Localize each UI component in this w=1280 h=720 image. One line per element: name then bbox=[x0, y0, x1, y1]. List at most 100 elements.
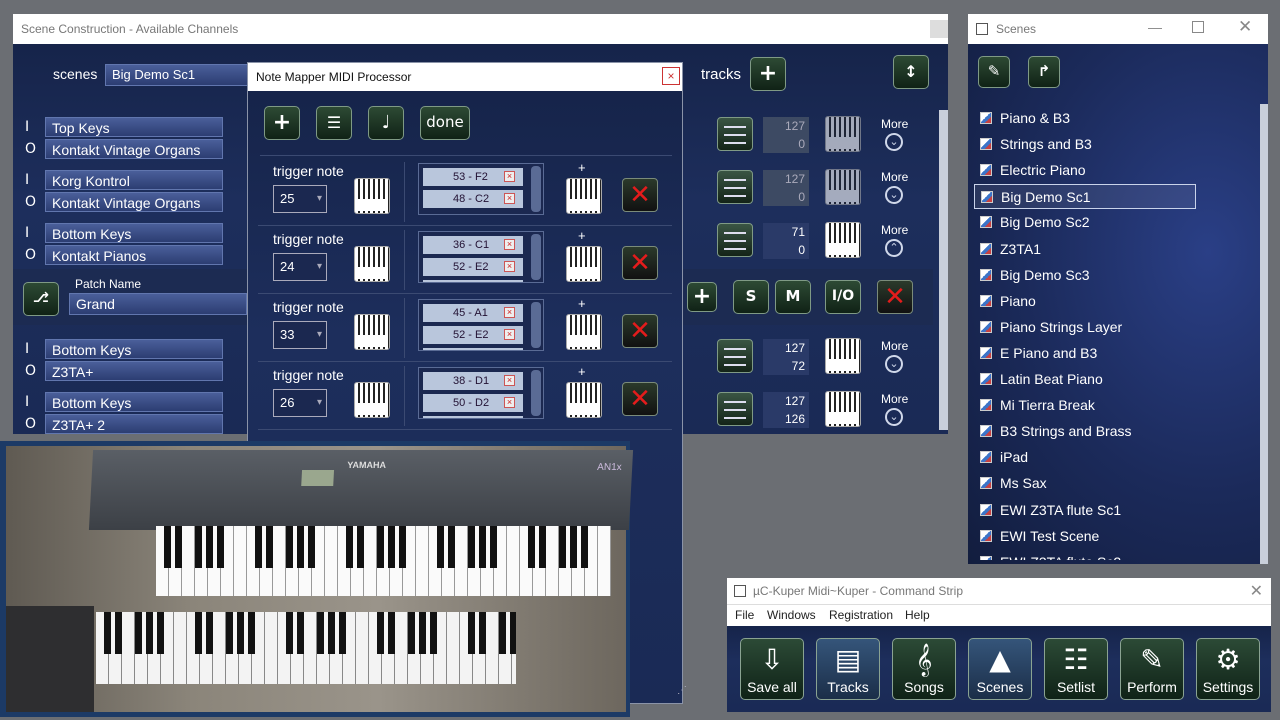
scene-item[interactable]: B3 Strings and Brass bbox=[974, 419, 1196, 444]
mixer-icon[interactable] bbox=[717, 223, 753, 257]
list-view-icon[interactable]: ☰ bbox=[316, 106, 352, 140]
scene-item[interactable]: Z3TA1 bbox=[974, 237, 1196, 262]
chevron-down-icon[interactable]: ⌄ bbox=[885, 355, 903, 373]
notes-scrollbar[interactable] bbox=[531, 370, 541, 416]
scene-item[interactable]: Ms Sax bbox=[974, 471, 1196, 496]
perform-button[interactable]: ✎ Perform bbox=[1120, 638, 1184, 700]
remove-note-icon[interactable]: × bbox=[504, 261, 515, 272]
channel-output[interactable]: Kontakt Vintage Organs bbox=[45, 192, 223, 212]
channel-input[interactable]: Bottom Keys bbox=[45, 392, 223, 412]
delete-mapping-button[interactable]: ✕ bbox=[622, 382, 658, 416]
close-icon[interactable]: × bbox=[662, 67, 680, 85]
range-low[interactable]: 0 bbox=[763, 135, 809, 153]
scene-item[interactable]: Latin Beat Piano bbox=[974, 367, 1196, 392]
delete-channel-button[interactable]: ✕ bbox=[877, 280, 913, 314]
scene-item[interactable]: Mi Tierra Break bbox=[974, 393, 1196, 418]
keyboard-icon[interactable] bbox=[566, 382, 602, 418]
add-note-icon[interactable]: + bbox=[578, 296, 586, 311]
add-note-icon[interactable]: + bbox=[578, 364, 586, 379]
menu-registration[interactable]: Registration bbox=[829, 608, 893, 622]
scene-item[interactable]: Piano & B3 bbox=[974, 106, 1196, 131]
trigger-note-select[interactable]: 33 bbox=[273, 321, 327, 349]
mapped-note[interactable]: 36 - C1 × bbox=[423, 236, 523, 254]
channel-input[interactable]: Korg Kontrol bbox=[45, 170, 223, 190]
remove-note-icon[interactable]: × bbox=[504, 329, 515, 340]
remove-note-icon[interactable]: × bbox=[504, 171, 515, 182]
chevron-down-icon[interactable]: ⌄ bbox=[885, 186, 903, 204]
mapped-note[interactable]: 38 - D1 × bbox=[423, 372, 523, 390]
scene-select[interactable]: Big Demo Sc1 bbox=[105, 64, 255, 86]
setlist-button[interactable]: ☷ Setlist bbox=[1044, 638, 1108, 700]
scene-item[interactable]: Big Demo Sc1 bbox=[974, 184, 1196, 210]
channel-input[interactable]: Bottom Keys bbox=[45, 223, 223, 243]
add-patch-button[interactable]: + bbox=[687, 282, 717, 312]
keyboard-icon[interactable] bbox=[566, 178, 602, 214]
delete-mapping-button[interactable]: ✕ bbox=[622, 178, 658, 212]
remove-note-icon[interactable]: × bbox=[504, 375, 515, 386]
maximize-icon[interactable] bbox=[1192, 21, 1204, 33]
remove-note-icon[interactable]: × bbox=[504, 397, 515, 408]
mapped-note[interactable]: 40 - C2× bbox=[423, 348, 523, 350]
menu-windows[interactable]: Windows bbox=[767, 608, 816, 622]
close-icon[interactable]: ✕ bbox=[1250, 581, 1263, 601]
channel-output[interactable]: Z3TA+ bbox=[45, 361, 223, 381]
scene-scrollbar[interactable] bbox=[1260, 104, 1268, 564]
keyboard-icon[interactable] bbox=[825, 169, 861, 205]
mapped-note[interactable]: 52 - E2 × bbox=[423, 258, 523, 276]
range-high[interactable]: 127 bbox=[763, 339, 809, 357]
keyboard-icon[interactable] bbox=[354, 314, 390, 350]
remove-note-icon[interactable]: × bbox=[504, 239, 515, 250]
mute-button[interactable]: M bbox=[775, 280, 811, 314]
scene-item[interactable]: Strings and B3 bbox=[974, 132, 1196, 157]
io-button[interactable]: I/O bbox=[825, 280, 861, 314]
mixer-icon[interactable] bbox=[717, 339, 753, 373]
add-note-icon[interactable]: + bbox=[578, 228, 586, 243]
scene-item[interactable]: Piano Strings Layer bbox=[974, 315, 1196, 340]
notes-scrollbar[interactable] bbox=[531, 166, 541, 212]
scene-item[interactable]: E Piano and B3 bbox=[974, 341, 1196, 366]
channel-input[interactable]: Top Keys bbox=[45, 117, 223, 137]
delete-mapping-button[interactable]: ✕ bbox=[622, 314, 658, 348]
music-note-icon[interactable]: ♩ bbox=[368, 106, 404, 140]
reorder-icon[interactable]: ↱ bbox=[1028, 56, 1060, 88]
keyboard-icon[interactable] bbox=[825, 391, 861, 427]
expand-vertical-button[interactable]: ↕ bbox=[893, 55, 929, 89]
scene-item[interactable]: Piano bbox=[974, 289, 1196, 314]
scene-item[interactable]: EWI Test Scene bbox=[974, 524, 1196, 549]
done-button[interactable]: done bbox=[420, 106, 470, 140]
close-icon[interactable]: ✕ bbox=[1238, 17, 1252, 37]
keyboard-icon[interactable] bbox=[354, 382, 390, 418]
solo-button[interactable]: S bbox=[733, 280, 769, 314]
range-low[interactable]: 72 bbox=[763, 357, 809, 375]
keyboard-icon[interactable] bbox=[825, 338, 861, 374]
range-high[interactable]: 127 bbox=[763, 392, 809, 410]
keyboard-icon[interactable] bbox=[566, 246, 602, 282]
mixer-icon[interactable] bbox=[717, 392, 753, 426]
minimize-icon[interactable]: — bbox=[1148, 19, 1162, 35]
scenes-button[interactable]: ▲ Scenes bbox=[968, 638, 1032, 700]
chevron-down-icon[interactable]: ⌄ bbox=[885, 133, 903, 151]
keyboard-icon[interactable] bbox=[825, 116, 861, 152]
mapped-note[interactable]: 53 - F2 × bbox=[423, 168, 523, 186]
keyboard-icon[interactable] bbox=[354, 178, 390, 214]
mapped-note[interactable]: 40 - C2× bbox=[423, 280, 523, 282]
keyboard-icon[interactable] bbox=[825, 222, 861, 258]
trigger-note-select[interactable]: 26 bbox=[273, 389, 327, 417]
songs-button[interactable]: 𝄞 Songs bbox=[892, 638, 956, 700]
channel-output[interactable]: Kontakt Pianos bbox=[45, 245, 223, 265]
scene-item[interactable]: Electric Piano bbox=[974, 158, 1196, 183]
settings-button[interactable]: ⚙ Settings bbox=[1196, 638, 1260, 700]
chevron-up-icon[interactable]: ⌃ bbox=[885, 239, 903, 257]
menu-help[interactable]: Help bbox=[905, 608, 930, 622]
mapped-note[interactable]: 45 - A1 × bbox=[423, 304, 523, 322]
keyboard-icon[interactable] bbox=[354, 246, 390, 282]
channel-output[interactable]: Z3TA+ 2 bbox=[45, 414, 223, 434]
range-high[interactable]: 71 bbox=[763, 223, 809, 241]
channel-scrollbar[interactable] bbox=[939, 110, 948, 430]
range-low[interactable]: 126 bbox=[763, 410, 809, 428]
mapped-note[interactable]: 50 - D2 × bbox=[423, 394, 523, 412]
scene-item[interactable]: EWI Z3TA flute Sc2 bbox=[974, 550, 1196, 560]
resize-grip-icon[interactable]: ⋰ bbox=[677, 685, 687, 701]
delete-mapping-button[interactable]: ✕ bbox=[622, 246, 658, 280]
tracks-button[interactable]: ▤ Tracks bbox=[816, 638, 880, 700]
